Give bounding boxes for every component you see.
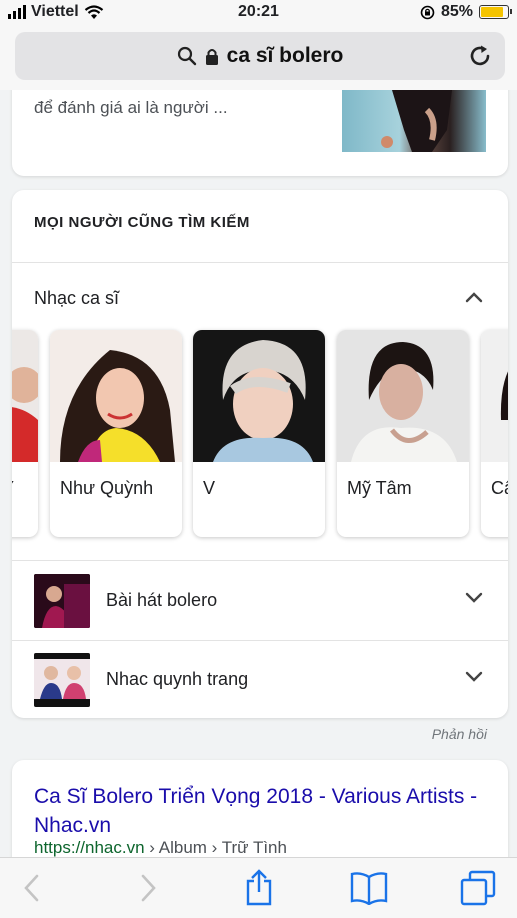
- search-result-card[interactable]: Ca Sĩ Bolero Triển Vọng 2018 - Various A…: [12, 760, 508, 857]
- lock-icon: [205, 49, 218, 65]
- address-url: ca sĩ bolero: [226, 44, 344, 67]
- artist-name: Mỹ Tâm: [347, 478, 412, 498]
- list-item-label: Nhac quynh trang: [106, 669, 249, 689]
- artist-name: Như Quỳnh: [60, 478, 154, 498]
- artist-photo: [50, 330, 182, 462]
- list-thumbnail: [34, 574, 90, 628]
- tabs-icon[interactable]: [460, 870, 496, 906]
- artist-photo: [193, 330, 325, 462]
- artist-photo: [12, 330, 38, 462]
- previous-result-card[interactable]: để đánh giá ai là người ...: [12, 90, 508, 176]
- chevron-down-icon[interactable]: [464, 590, 484, 604]
- feedback-link[interactable]: Phản hồi: [432, 726, 487, 742]
- category-heading[interactable]: Nhạc ca sĩ: [34, 288, 119, 309]
- status-right: 85%: [420, 3, 512, 21]
- battery-level: [481, 7, 504, 17]
- artist-card[interactable]: Mỹ Tâm: [337, 330, 469, 537]
- list-item[interactable]: Nhac quynh trang: [12, 641, 508, 718]
- battery-icon: [479, 5, 512, 19]
- result-url: https://nhac.vn › Album › Trữ Tình: [34, 838, 287, 857]
- chevron-up-icon[interactable]: [464, 290, 484, 304]
- artist-card[interactable]: Như Quỳnh: [50, 330, 182, 537]
- forward-icon[interactable]: [138, 872, 158, 904]
- artist-card[interactable]: V: [193, 330, 325, 537]
- artist-carousel[interactable]: Ỹ Như Quỳnh: [12, 330, 508, 540]
- search-icon: [177, 46, 196, 66]
- list-item[interactable]: Bài hát bolero: [12, 562, 508, 640]
- result-domain: https://nhac.vn: [34, 838, 145, 857]
- status-bar: Viettel 20:21 85%: [0, 0, 517, 24]
- result-breadcrumb: › Album › Trữ Tình: [144, 838, 287, 857]
- section-title: MỌI NGƯỜI CŨNG TÌM KIẾM: [34, 214, 250, 231]
- address-bar[interactable]: ca sĩ bolero: [15, 32, 505, 80]
- artist-name: Cẩ: [491, 478, 508, 498]
- result-title-link[interactable]: Ca Sĩ Bolero Triển Vọng 2018 - Various A…: [34, 782, 494, 840]
- list-item-label: Bài hát bolero: [106, 590, 218, 610]
- artist-card[interactable]: Cẩ: [481, 330, 508, 537]
- artist-photo: [481, 330, 508, 462]
- divider: [12, 560, 508, 561]
- bookmarks-icon[interactable]: [350, 871, 388, 905]
- divider: [12, 262, 508, 263]
- result-thumbnail[interactable]: [342, 90, 486, 152]
- people-also-search-card: MỌI NGƯỜI CŨNG TÌM KIẾM Nhạc ca sĩ Ỹ: [12, 190, 508, 718]
- artist-card[interactable]: Ỹ: [12, 330, 38, 537]
- result-snippet: để đánh giá ai là người ...: [34, 98, 228, 117]
- back-icon[interactable]: [22, 872, 42, 904]
- page-content: để đánh giá ai là người ... MỌI NGƯỜI CŨ…: [0, 90, 517, 857]
- chevron-down-icon[interactable]: [464, 669, 484, 683]
- artist-photo: [337, 330, 469, 462]
- browser-top-bar: ca sĩ bolero: [0, 24, 517, 90]
- battery-percent: 85%: [440, 3, 473, 20]
- artist-name: Ỹ: [12, 478, 14, 499]
- reload-icon[interactable]: [467, 43, 493, 69]
- list-thumbnail: [34, 653, 90, 707]
- share-icon[interactable]: [243, 868, 275, 906]
- artist-name: V: [203, 478, 216, 498]
- browser-toolbar: [0, 857, 517, 918]
- orientation-lock-icon: [420, 5, 435, 19]
